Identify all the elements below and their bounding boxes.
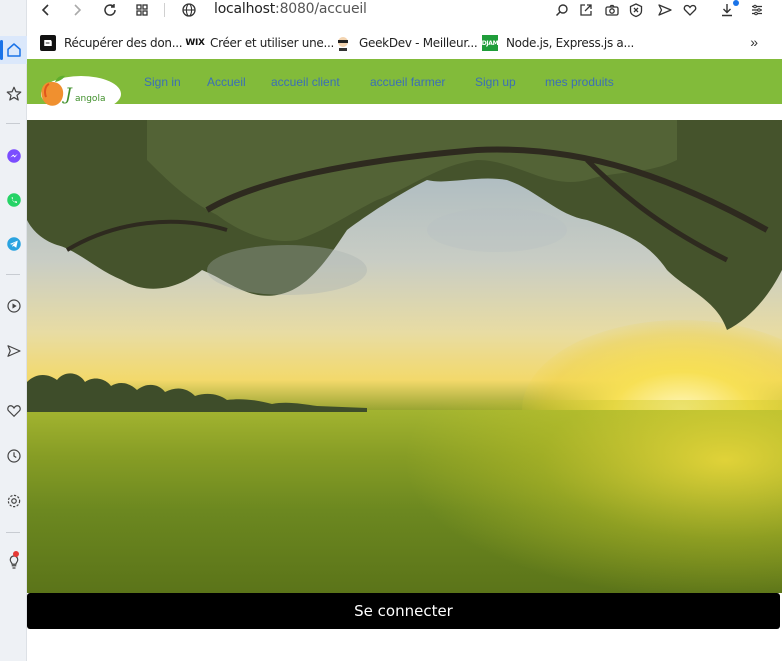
download-badge <box>733 0 739 6</box>
history-icon[interactable] <box>0 442 27 470</box>
heart-icon[interactable] <box>679 0 701 20</box>
bookmark-label: Récupérer des don... <box>64 36 183 50</box>
tree-canopy <box>27 120 782 330</box>
home-icon[interactable] <box>0 36 27 64</box>
bookmark-label: Node.js, Express.js a... <box>506 36 635 50</box>
globe-icon <box>178 0 200 20</box>
jangola-logo[interactable]: J angola <box>37 68 121 114</box>
sidebar-divider <box>6 274 20 275</box>
bookmark-label: GeekDev - Meilleur... <box>359 36 478 50</box>
search-icon[interactable] <box>551 0 573 20</box>
sidebar-divider <box>6 123 20 124</box>
djam-icon: DJAM <box>482 35 499 51</box>
back-icon[interactable] <box>35 0 57 20</box>
bookmarks-bar: Récupérer des don... WIX Créer et utilis… <box>27 30 782 56</box>
reload-icon[interactable] <box>99 0 121 20</box>
heart-icon[interactable] <box>0 397 27 425</box>
nav-accueil[interactable]: Accueil <box>207 75 246 89</box>
site-navbar: J angola Sign in Accueil accueil client … <box>27 59 782 112</box>
nav-accueil-farmer[interactable]: accueil farmer <box>370 75 445 89</box>
sidebar-divider <box>6 532 20 533</box>
bookmark-label: Créer et utiliser une... <box>210 36 334 50</box>
logo-wordmark: angola <box>75 94 105 104</box>
address-bar[interactable]: localhost:8080/accueil <box>214 1 367 17</box>
more-bookmarks-button[interactable]: » <box>750 34 758 50</box>
bookmark-item[interactable]: WIX Créer et utiliser une... <box>185 32 334 54</box>
field-sunlight <box>402 400 782 593</box>
send-icon[interactable] <box>654 0 676 20</box>
url-path: :8080/accueil <box>275 1 367 17</box>
browser-sidebar <box>0 0 27 661</box>
toolbar-divider <box>164 3 165 17</box>
player-icon[interactable] <box>0 292 27 320</box>
wix-icon: WIX <box>185 38 205 48</box>
adblock-icon[interactable] <box>625 0 647 20</box>
nav-mes-produits[interactable]: mes produits <box>545 75 614 89</box>
menu-icon[interactable] <box>746 0 768 20</box>
hero-landscape-image <box>27 120 782 593</box>
bookmark-item[interactable]: Récupérer des don... <box>40 32 183 54</box>
geekdev-icon <box>335 35 351 51</box>
tabs-grid-icon[interactable] <box>131 0 153 20</box>
page-icon <box>40 35 56 51</box>
nav-sign-up[interactable]: Sign up <box>475 75 516 89</box>
camera-icon[interactable] <box>601 0 623 20</box>
notification-dot <box>13 551 19 557</box>
messenger-icon[interactable] <box>0 142 27 170</box>
whatsapp-icon[interactable] <box>0 186 27 214</box>
send-icon[interactable] <box>0 337 27 365</box>
browser-toolbar: localhost:8080/accueil <box>27 0 782 22</box>
treeline <box>27 373 367 412</box>
nav-sign-in[interactable]: Sign in <box>144 75 181 89</box>
bookmark-item[interactable]: DJAM Node.js, Express.js a... <box>482 32 634 54</box>
url-host: localhost <box>214 1 276 17</box>
share-icon[interactable] <box>575 0 597 20</box>
star-icon[interactable] <box>0 80 27 108</box>
nav-accueil-client[interactable]: accueil client <box>271 75 340 89</box>
forward-icon[interactable] <box>66 0 88 20</box>
se-connecter-button[interactable]: Se connecter <box>27 593 780 629</box>
settings-icon[interactable] <box>0 487 27 515</box>
telegram-icon[interactable] <box>0 230 27 258</box>
bookmark-item[interactable]: GeekDev - Meilleur... <box>335 32 478 54</box>
